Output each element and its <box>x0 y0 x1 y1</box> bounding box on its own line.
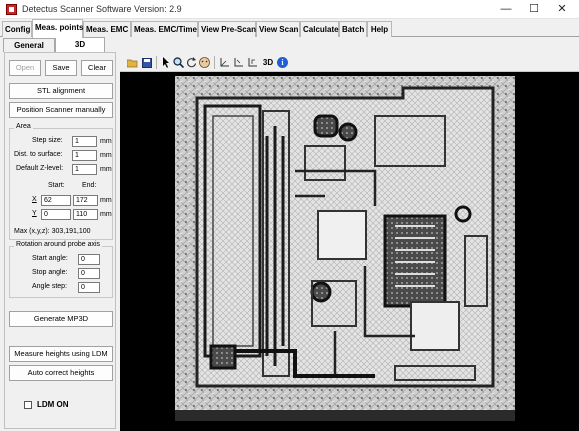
x-unit: mm <box>100 197 112 204</box>
measure-heights-button[interactable]: Measure heights using LDM <box>9 346 113 362</box>
max-xyz-text: Max (x,y,z): 303,191,100 <box>14 228 91 235</box>
pcb-scan-image <box>175 76 515 418</box>
y-start-input[interactable]: 0 <box>41 209 71 220</box>
close-button[interactable]: ✕ <box>548 0 576 19</box>
ldm-label: LDM ON <box>37 400 69 409</box>
main-tab-bar: Config Meas. points Meas. EMC Meas. EMC/… <box>0 19 579 38</box>
title-bar: Detectus Scanner Software Version: 2.9 —… <box>0 0 579 19</box>
tab-help[interactable]: Help <box>367 21 392 37</box>
area-group: Area Step size: 1 mm Dist. to surface: 1… <box>9 123 113 240</box>
start-label: Start: <box>48 182 65 189</box>
start-angle-label: Start angle: <box>32 255 68 262</box>
y-unit: mm <box>100 211 112 218</box>
y-end-input[interactable]: 110 <box>73 209 98 220</box>
maximize-button[interactable]: ☐ <box>520 0 548 19</box>
app-icon <box>6 4 17 15</box>
scan-bottom-edge <box>175 410 515 421</box>
save-icon[interactable] <box>141 57 152 68</box>
tab-meas-emc[interactable]: Meas. EMC <box>83 21 131 37</box>
window-title: Detectus Scanner Software Version: 2.9 <box>22 4 182 14</box>
view-toolbar: 3D i <box>120 53 579 72</box>
settings-panel: Open Save Clear STL alignment Position S… <box>4 52 116 429</box>
open-button[interactable]: Open <box>9 60 41 76</box>
position-manually-button[interactable]: Position Scanner manually <box>9 102 113 118</box>
axis-view-xy-icon[interactable] <box>219 57 230 68</box>
tab-calculate[interactable]: Calculate <box>300 21 339 37</box>
x-label: X <box>32 196 37 203</box>
info-icon[interactable]: i <box>277 57 288 68</box>
minimize-button[interactable]: — <box>492 0 520 19</box>
step-size-label: Step size: <box>32 137 63 144</box>
rotation-group: Rotation around probe axis Start angle: … <box>9 241 113 298</box>
dist-unit: mm <box>100 152 112 159</box>
pan-hand-icon[interactable] <box>199 57 210 68</box>
dist-label: Dist. to surface: <box>14 151 63 158</box>
axis-view-yz-icon[interactable] <box>247 57 258 68</box>
view-3d-button[interactable]: 3D <box>261 57 275 68</box>
axis-view-xz-icon[interactable] <box>233 57 244 68</box>
zoom-icon[interactable] <box>173 57 184 68</box>
tab-batch[interactable]: Batch <box>339 21 367 37</box>
stl-alignment-button[interactable]: STL alignment <box>9 83 113 99</box>
tab-meas-points[interactable]: Meas. points <box>32 19 83 38</box>
angle-step-input[interactable]: 0 <box>78 282 100 293</box>
tab-view-pre-scan[interactable]: View Pre-Scan <box>198 21 256 37</box>
generate-mp3d-button[interactable]: Generate MP3D <box>9 311 113 327</box>
rotation-group-title: Rotation around probe axis <box>14 241 103 248</box>
tab-config[interactable]: Config <box>2 21 32 37</box>
pointer-icon[interactable] <box>160 57 171 68</box>
default-z-unit: mm <box>100 166 112 173</box>
open-folder-icon[interactable] <box>127 57 138 68</box>
auto-correct-button[interactable]: Auto correct heights <box>9 365 113 381</box>
subtab-3d[interactable]: 3D <box>55 37 105 52</box>
default-z-label: Default Z-level: <box>16 165 64 172</box>
subtab-general[interactable]: General <box>3 38 55 52</box>
dist-input[interactable]: 1 <box>72 150 97 161</box>
save-button[interactable]: Save <box>45 60 77 76</box>
ldm-checkbox[interactable] <box>24 401 32 409</box>
toolbar-divider <box>214 56 215 69</box>
x-start-input[interactable]: 62 <box>41 195 71 206</box>
toolbar-divider <box>156 56 157 69</box>
area-group-title: Area <box>14 123 33 130</box>
stop-angle-input[interactable]: 0 <box>78 268 100 279</box>
default-z-input[interactable]: 1 <box>72 164 97 175</box>
stop-angle-label: Stop angle: <box>32 269 68 276</box>
step-size-input[interactable]: 1 <box>72 136 97 147</box>
end-label: End: <box>82 182 97 189</box>
rotate-icon[interactable] <box>186 57 197 68</box>
clear-button[interactable]: Clear <box>81 60 113 76</box>
step-size-unit: mm <box>100 138 112 145</box>
y-label: Y <box>32 210 37 217</box>
tab-meas-emc-time[interactable]: Meas. EMC/Time <box>131 21 198 37</box>
x-end-input[interactable]: 172 <box>73 195 98 206</box>
angle-step-label: Angle step: <box>32 283 68 290</box>
tab-view-scan[interactable]: View Scan <box>256 21 300 37</box>
start-angle-input[interactable]: 0 <box>78 254 100 265</box>
